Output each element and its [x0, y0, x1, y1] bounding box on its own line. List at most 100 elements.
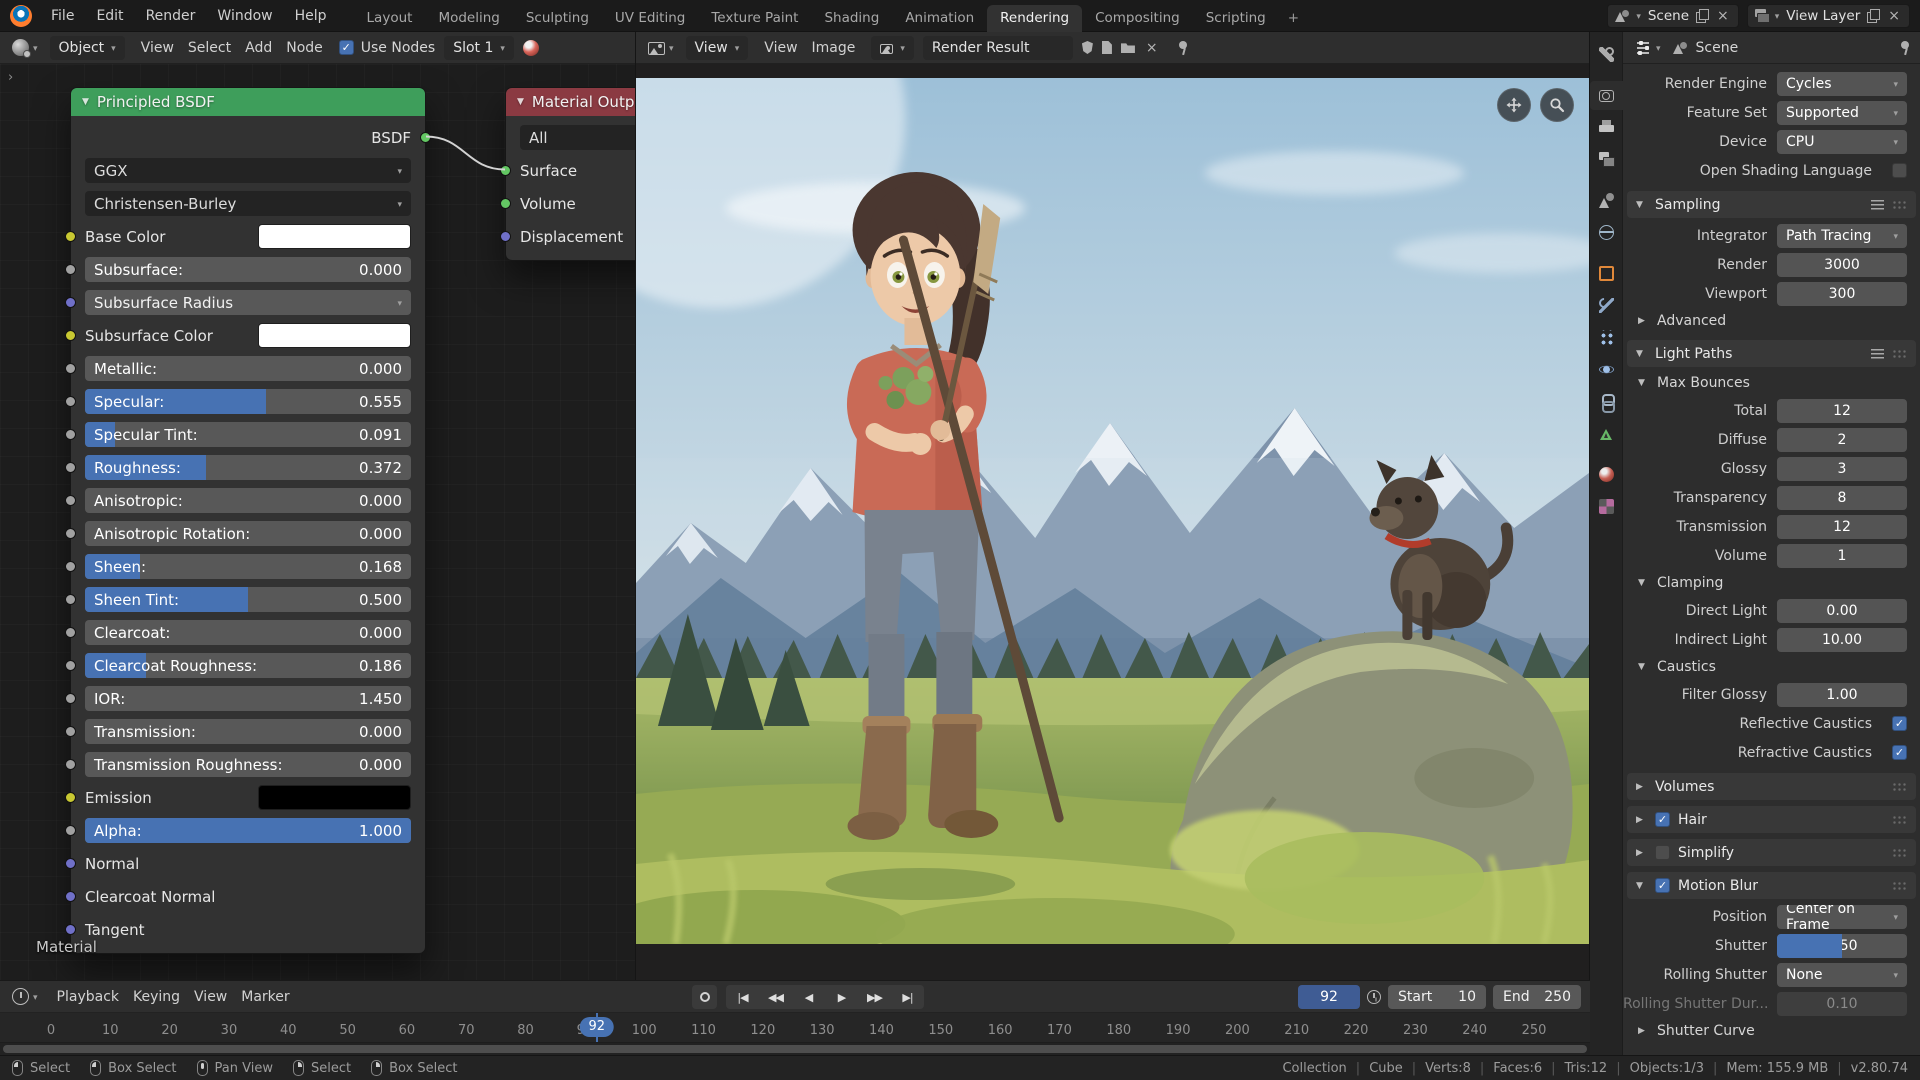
shader-menu-node[interactable]: Node: [279, 40, 330, 56]
image-browse-button[interactable]: ▾: [871, 36, 914, 60]
menu-edit[interactable]: Edit: [85, 0, 134, 32]
field-filter-glossy[interactable]: 1.00: [1777, 683, 1907, 707]
field-transparency[interactable]: 8: [1777, 486, 1907, 510]
shader-menu-select[interactable]: Select: [181, 40, 238, 56]
field-indirect-light[interactable]: 10.00: [1777, 628, 1907, 652]
socket-anisotropic-rotation[interactable]: [65, 528, 76, 539]
collapse-arrow-icon[interactable]: ▶: [1636, 782, 1647, 792]
field-integrator[interactable]: Path Tracing▾: [1777, 224, 1907, 248]
properties-tab-output[interactable]: [1590, 113, 1623, 142]
node-canvas[interactable]: › ▼ Principled BSDF BSDF GGX▾Christensen…: [0, 64, 635, 980]
collapse-arrow-icon[interactable]: ▶: [1638, 316, 1649, 326]
new-image-button[interactable]: [1102, 41, 1112, 54]
socket-clearcoat-normal[interactable]: [65, 891, 76, 902]
fake-user-icon[interactable]: [1082, 41, 1093, 54]
principled-field-ggx[interactable]: GGX▾: [85, 158, 411, 183]
field-diffuse[interactable]: 2: [1777, 428, 1907, 452]
properties-tab-material[interactable]: [1590, 460, 1623, 489]
image-mode-dropdown[interactable]: View ▾: [686, 36, 749, 60]
workspace-tab-rendering[interactable]: Rendering: [987, 5, 1082, 32]
timeline-menu-view[interactable]: View: [187, 989, 234, 1005]
section-hair[interactable]: ▶Hair: [1627, 806, 1916, 833]
principled-slider-specular[interactable]: Specular:0.555: [85, 389, 411, 414]
properties-tab-modifiers[interactable]: [1590, 291, 1623, 320]
collapse-arrow-icon[interactable]: ▼: [1638, 378, 1649, 388]
frame-end-field[interactable]: End 250: [1493, 985, 1581, 1009]
field-volume[interactable]: 1: [1777, 544, 1907, 568]
socket-sheen-tint[interactable]: [65, 594, 76, 605]
socket-transmission-roughness[interactable]: [65, 759, 76, 770]
editor-type-button[interactable]: ▾: [645, 36, 677, 60]
next-keyframe-button[interactable]: ▶▶: [858, 991, 891, 1004]
principled-slider-subsurface[interactable]: Subsurface:0.000: [85, 257, 411, 282]
current-frame-chip[interactable]: 92: [579, 1017, 614, 1037]
jump-end-button[interactable]: ▶|: [891, 991, 924, 1004]
new-view-layer-button[interactable]: [1867, 9, 1879, 22]
material-preview-icon[interactable]: [523, 40, 539, 56]
field-shutter[interactable]: 0.50: [1777, 934, 1907, 958]
pan-gizmo-button[interactable]: [1497, 88, 1531, 122]
field-total[interactable]: 12: [1777, 399, 1907, 423]
principled-slider-anisotropic-rotation[interactable]: Anisotropic Rotation:0.000: [85, 521, 411, 546]
workspace-tab-animation[interactable]: Animation: [892, 5, 987, 32]
principled-slider-clearcoat-roughness[interactable]: Clearcoat Roughness:0.186: [85, 653, 411, 678]
collapse-arrow-icon[interactable]: ▼: [1636, 200, 1647, 210]
field-position[interactable]: Center on Frame▾: [1777, 905, 1907, 929]
scrollbar-thumb[interactable]: [3, 1045, 1587, 1053]
use-nodes-checkbox[interactable]: [339, 40, 354, 55]
workspace-tab-texture-paint[interactable]: Texture Paint: [698, 5, 811, 32]
section-volumes[interactable]: ▶Volumes: [1627, 773, 1916, 800]
material-slot-dropdown[interactable]: Slot 1 ▾: [444, 36, 514, 60]
field-transmission[interactable]: 12: [1777, 515, 1907, 539]
socket-volume[interactable]: [500, 198, 511, 209]
collapse-arrow-icon[interactable]: ▶: [1636, 815, 1647, 825]
principled-swatch-subsurface-color[interactable]: [258, 323, 411, 348]
principled-swatch-base-color[interactable]: [258, 224, 411, 249]
workspace-tab-scripting[interactable]: Scripting: [1193, 5, 1279, 32]
field-render-engine[interactable]: Cycles▾: [1777, 72, 1907, 96]
field-glossy[interactable]: 3: [1777, 457, 1907, 481]
principled-bsdf-node-header[interactable]: ▼ Principled BSDF: [71, 88, 425, 116]
current-frame-field[interactable]: 92: [1298, 985, 1360, 1009]
principled-slider-metallic[interactable]: Metallic:0.000: [85, 356, 411, 381]
timeline-scrollbar[interactable]: [0, 1043, 1590, 1055]
socket-specular[interactable]: [65, 396, 76, 407]
properties-tab-particles[interactable]: [1590, 323, 1623, 352]
auto-keyframe-button[interactable]: [692, 985, 717, 1009]
principled-swatch-emission[interactable]: [258, 785, 411, 810]
remove-view-layer-button[interactable]: ×: [1886, 9, 1902, 23]
principled-bsdf-node[interactable]: ▼ Principled BSDF BSDF GGX▾Christensen-B…: [70, 87, 426, 954]
principled-slider-anisotropic[interactable]: Anisotropic:0.000: [85, 488, 411, 513]
checkbox-hair[interactable]: [1655, 812, 1670, 827]
timeline-ruler[interactable]: 0102030405060708090100110120130140150160…: [0, 1013, 1590, 1043]
subsection-shutter-curve[interactable]: ▶Shutter Curve: [1623, 1018, 1920, 1044]
principled-field-christensen-burley[interactable]: Christensen-Burley▾: [85, 191, 411, 216]
open-image-button[interactable]: [1121, 42, 1135, 53]
frame-start-field[interactable]: Start 10: [1388, 985, 1486, 1009]
socket-subsurface-radius[interactable]: [65, 297, 76, 308]
properties-tab-view-layer[interactable]: [1590, 145, 1623, 174]
collapse-arrow-icon[interactable]: ▶: [1638, 1026, 1649, 1036]
menu-window[interactable]: Window: [206, 0, 283, 32]
pin-icon[interactable]: [1899, 40, 1911, 55]
timeline-menu-keying[interactable]: Keying: [126, 989, 187, 1005]
image-menu-view[interactable]: View: [757, 40, 804, 56]
material-output-node[interactable]: ▼ Material Output All▾SurfaceVolumeDispl…: [505, 87, 635, 261]
workspace-tab-layout[interactable]: Layout: [354, 5, 426, 32]
properties-tab-data[interactable]: [1590, 419, 1623, 448]
properties-tab-world[interactable]: [1590, 218, 1623, 247]
preset-icon[interactable]: [1871, 200, 1884, 210]
image-datablock-field[interactable]: Render Result: [923, 36, 1073, 60]
shader-type-dropdown[interactable]: Object ▾: [50, 36, 125, 60]
region-toggle-arrow[interactable]: ›: [8, 70, 13, 85]
collapse-arrow-icon[interactable]: ▶: [1636, 848, 1647, 858]
properties-tab-constraints[interactable]: [1590, 387, 1623, 416]
properties-tab-tool[interactable]: [1590, 40, 1623, 69]
principled-slider-sheen[interactable]: Sheen:0.168: [85, 554, 411, 579]
socket-clearcoat[interactable]: [65, 627, 76, 638]
socket-roughness[interactable]: [65, 462, 76, 473]
socket-ior[interactable]: [65, 693, 76, 704]
collapse-arrow-icon[interactable]: ▼: [1636, 349, 1647, 359]
view-layer-selector[interactable]: ▾ View Layer ×: [1747, 4, 1910, 28]
properties-tab-texture[interactable]: [1590, 492, 1623, 521]
